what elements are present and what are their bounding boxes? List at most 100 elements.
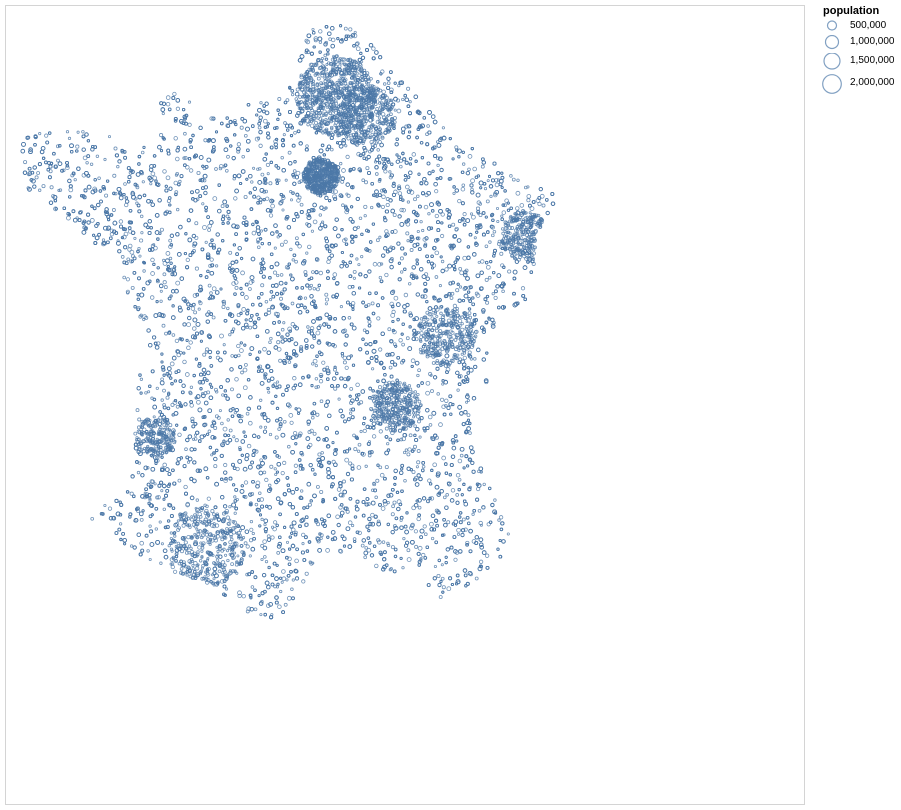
town-point <box>280 327 285 332</box>
town-point <box>159 227 164 232</box>
town-point <box>452 303 457 308</box>
town-point <box>234 438 239 443</box>
town-point <box>162 260 168 266</box>
town-point <box>149 295 155 300</box>
town-point <box>177 562 181 566</box>
town-point <box>467 167 471 172</box>
town-point <box>372 261 378 267</box>
town-point <box>292 430 298 436</box>
town-point <box>230 387 234 392</box>
town-point <box>427 212 431 216</box>
town-point <box>308 286 312 291</box>
town-point <box>380 506 386 511</box>
town-point <box>281 208 285 212</box>
town-point <box>260 172 265 177</box>
town-point <box>270 535 275 540</box>
town-point <box>186 322 191 327</box>
town-point <box>408 433 413 438</box>
town-point <box>438 422 443 427</box>
town-point <box>320 451 324 455</box>
town-point <box>398 338 403 343</box>
town-point <box>285 578 289 582</box>
town-point <box>262 118 268 124</box>
town-point <box>385 202 390 208</box>
town-point <box>171 333 176 337</box>
town-point <box>209 257 214 262</box>
town-point <box>89 162 94 166</box>
town-point <box>160 398 164 402</box>
town-point <box>314 377 319 381</box>
town-point <box>269 464 274 469</box>
town-point <box>127 243 133 249</box>
town-point <box>303 296 308 300</box>
town-point <box>253 607 258 612</box>
town-point <box>457 198 462 204</box>
town-point <box>75 144 80 149</box>
town-point <box>169 531 173 535</box>
town-point <box>23 160 28 165</box>
town-point <box>450 488 456 493</box>
town-point <box>250 180 254 184</box>
town-point <box>38 132 42 136</box>
town-point <box>397 191 403 196</box>
town-point <box>479 523 483 527</box>
town-point <box>159 299 163 303</box>
town-point <box>506 532 510 536</box>
town-point <box>112 173 117 178</box>
town-point <box>390 545 395 550</box>
town-point <box>177 432 182 437</box>
town-point <box>233 511 237 515</box>
town-point <box>458 285 463 289</box>
town-point <box>274 435 279 440</box>
town-point <box>124 202 129 208</box>
town-point <box>176 541 180 546</box>
town-point <box>484 277 489 282</box>
town-point <box>378 465 383 470</box>
town-point <box>425 380 431 386</box>
town-point <box>159 133 164 138</box>
town-point <box>315 287 320 292</box>
town-point <box>66 215 71 221</box>
town-point <box>214 167 218 171</box>
town-point <box>404 448 409 452</box>
town-point <box>363 204 368 209</box>
town-point <box>245 411 250 416</box>
town-point <box>495 206 500 211</box>
town-point <box>207 283 212 288</box>
town-point <box>312 219 318 225</box>
town-point <box>262 470 267 475</box>
town-point <box>488 240 492 244</box>
town-point <box>312 287 316 291</box>
town-point <box>492 229 497 234</box>
town-point <box>41 184 46 189</box>
town-point <box>386 81 391 85</box>
town-point <box>434 275 439 279</box>
town-point <box>498 515 504 520</box>
town-point <box>223 462 228 468</box>
town-point <box>175 106 181 111</box>
town-point <box>266 172 270 176</box>
town-point <box>485 264 491 270</box>
town-point <box>288 413 294 418</box>
town-point <box>430 536 435 541</box>
town-point <box>416 373 420 378</box>
town-point <box>353 447 358 452</box>
town-point <box>489 194 493 199</box>
town-point <box>272 270 278 275</box>
town-point <box>228 333 232 337</box>
town-point <box>160 542 164 546</box>
town-point <box>212 196 218 201</box>
town-point <box>311 270 315 274</box>
town-point <box>480 164 485 169</box>
town-point <box>165 175 171 181</box>
town-point <box>268 213 274 218</box>
town-point <box>378 275 383 280</box>
town-point <box>272 526 277 532</box>
town-point <box>228 428 233 433</box>
town-point <box>306 325 310 329</box>
town-point <box>240 270 245 276</box>
town-point <box>243 480 249 485</box>
town-point <box>287 444 291 449</box>
town-point <box>318 379 324 384</box>
town-point <box>224 587 229 591</box>
